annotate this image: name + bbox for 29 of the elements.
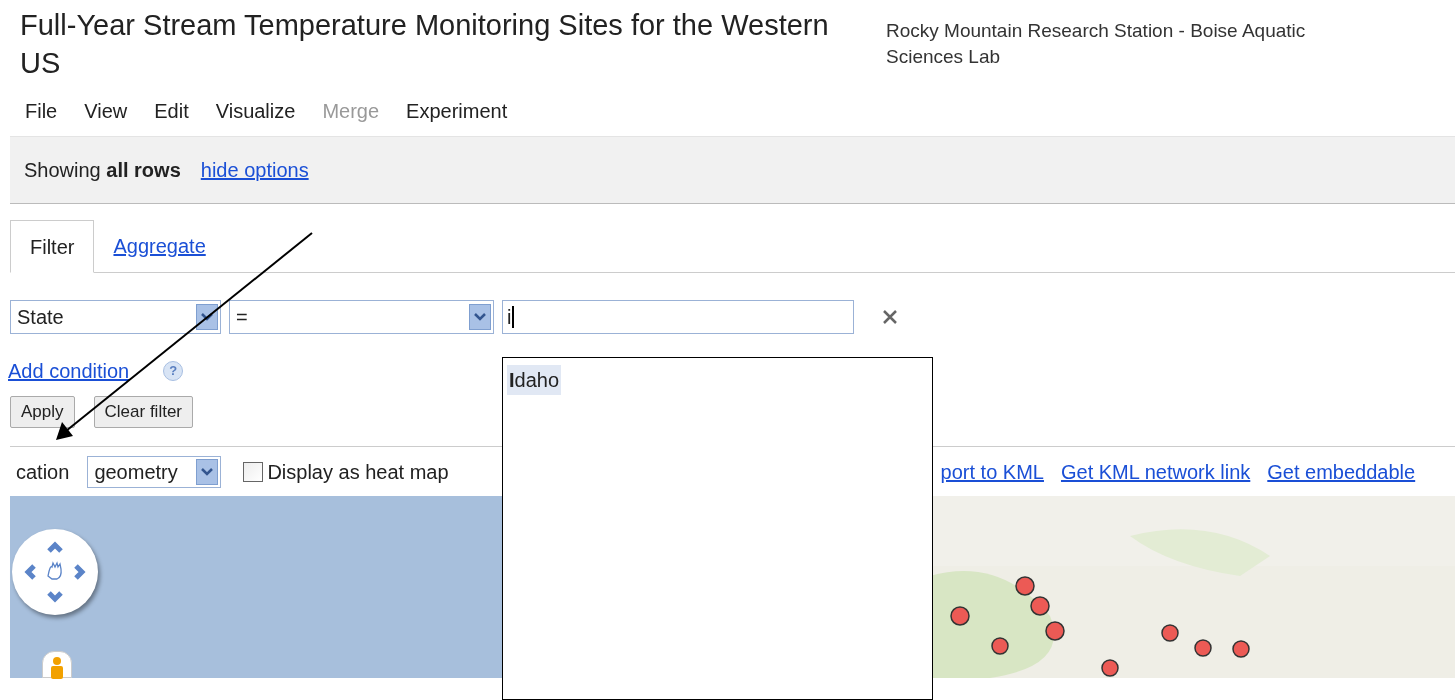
menu-item[interactable]: File [25,96,58,126]
location-label: cation [16,459,70,485]
menu-item[interactable]: Experiment [406,96,508,126]
hide-options-link[interactable]: hide options [200,155,309,185]
caret-icon [469,304,491,330]
tab[interactable]: Aggregate [94,219,225,272]
filter-button[interactable]: Clear filter [93,396,193,428]
column-select[interactable]: State [10,300,221,334]
close-icon[interactable] [882,309,898,325]
tab[interactable]: Filter [10,220,95,273]
add-condition-link[interactable]: Add condition [8,356,130,386]
suggestion-item[interactable]: Idaho [507,365,562,395]
filter-button[interactable]: Apply [10,396,75,428]
heat-map-checkbox[interactable] [243,461,264,482]
owner-text: Rocky Mountain Research Station - Boise Aquatic Sciences Lab [886,19,1307,69]
export-link[interactable]: Get embeddable [1267,456,1416,487]
caret-icon [196,458,219,485]
export-link[interactable]: Get KML network link [1060,456,1251,487]
location-select[interactable]: geometry [87,455,222,488]
menu-item[interactable]: View [84,96,128,126]
menu-item[interactable]: Visualize [215,96,296,126]
operator-select[interactable]: = [229,300,494,334]
page-title: Full-Year Stream Temperature Monitoring Sites for the Western US [20,8,830,81]
value-field[interactable]: i [502,300,854,334]
menu-item[interactable]: Edit [154,96,189,126]
caret-icon [196,304,218,330]
heat-map-label: Display as heat map [267,459,449,485]
export-link[interactable]: port to KML [940,456,1044,487]
status-text: Showing all rows [24,158,181,183]
